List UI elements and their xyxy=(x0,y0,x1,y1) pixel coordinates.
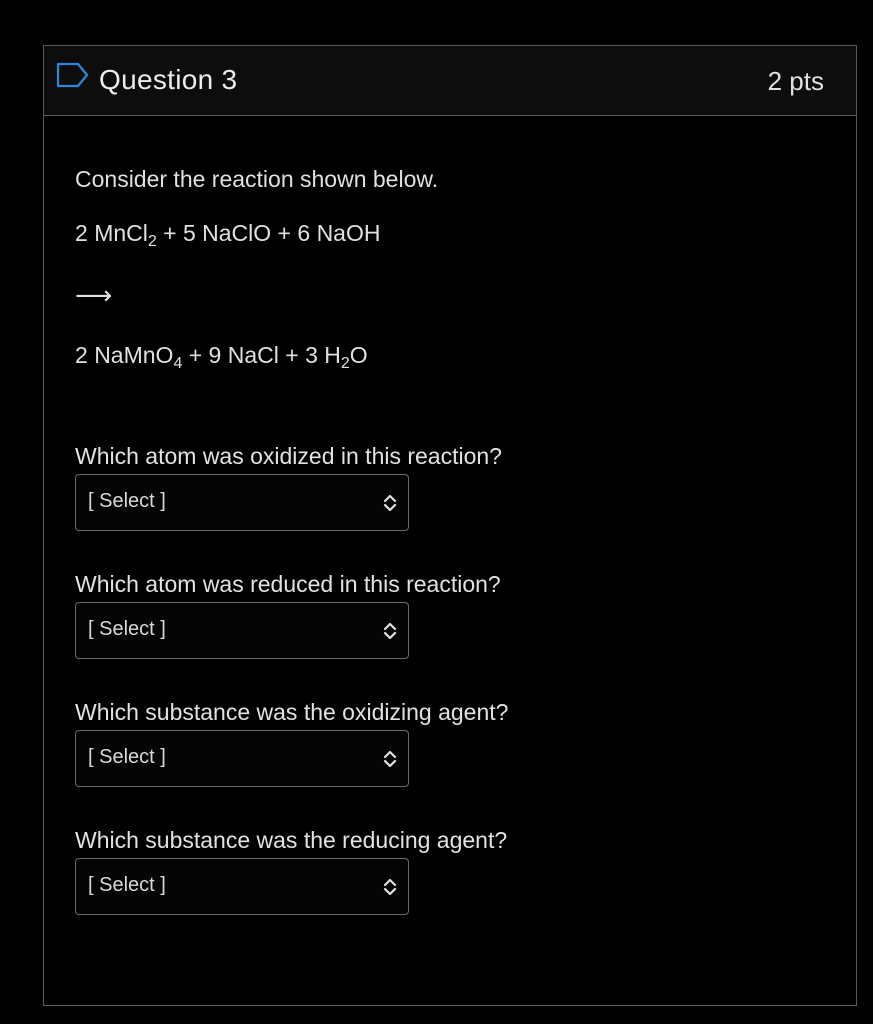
chevron-up-down-icon xyxy=(383,750,397,768)
select-oxidized-atom[interactable]: [ Select ] xyxy=(75,474,409,531)
select-reduced-atom[interactable]: [ Select ] xyxy=(75,602,409,659)
chevron-up-down-icon xyxy=(383,878,397,896)
select-placeholder: [ Select ] xyxy=(88,746,166,768)
select-placeholder: [ Select ] xyxy=(88,618,166,640)
chevron-up-down-icon xyxy=(383,622,397,640)
prompt-reducing-agent: Which substance was the reducing agent? xyxy=(75,827,508,853)
question-points: 2 pts xyxy=(767,66,824,96)
select-reducing-agent[interactable]: [ Select ] xyxy=(75,858,409,915)
question-header: Question 3 2 pts xyxy=(44,46,856,116)
select-placeholder: [ Select ] xyxy=(88,874,166,896)
select-oxidizing-agent[interactable]: [ Select ] xyxy=(75,730,409,787)
select-placeholder: [ Select ] xyxy=(88,490,166,512)
product-coefficient: 2 xyxy=(75,342,95,368)
product-subscript-2: 2 xyxy=(340,355,350,372)
reactant-formula: MnCl xyxy=(94,220,148,246)
question-card: Question 3 2 pts Consider the reaction s… xyxy=(43,45,857,1006)
equation-reactants: 2 MnCl2 + 5 NaClO + 6 NaOH xyxy=(75,220,381,250)
reactant-coefficient: 2 xyxy=(75,220,95,246)
question-title: Question 3 xyxy=(99,64,238,95)
reactant-subscript: 2 xyxy=(147,233,157,250)
prompt-reduced-atom: Which atom was reduced in this reaction? xyxy=(75,571,501,597)
equation-products: 2 NaMnO4 + 9 NaCl + 3 H2O xyxy=(75,342,368,372)
question-intro: Consider the reaction shown below. xyxy=(75,166,439,192)
product-formula: NaMnO xyxy=(94,342,174,368)
reactant-rest: + 5 NaClO + 6 NaOH xyxy=(156,220,381,246)
product-rest: + 9 NaCl + 3 H xyxy=(182,342,341,368)
bookmark-icon[interactable] xyxy=(56,62,90,88)
product-subscript: 4 xyxy=(173,355,183,372)
product-tail: O xyxy=(349,342,368,368)
prompt-oxidized-atom: Which atom was oxidized in this reaction… xyxy=(75,443,502,469)
chevron-up-down-icon xyxy=(383,494,397,512)
prompt-oxidizing-agent: Which substance was the oxidizing agent? xyxy=(75,699,509,725)
reaction-arrow: ⟶ xyxy=(75,280,113,310)
